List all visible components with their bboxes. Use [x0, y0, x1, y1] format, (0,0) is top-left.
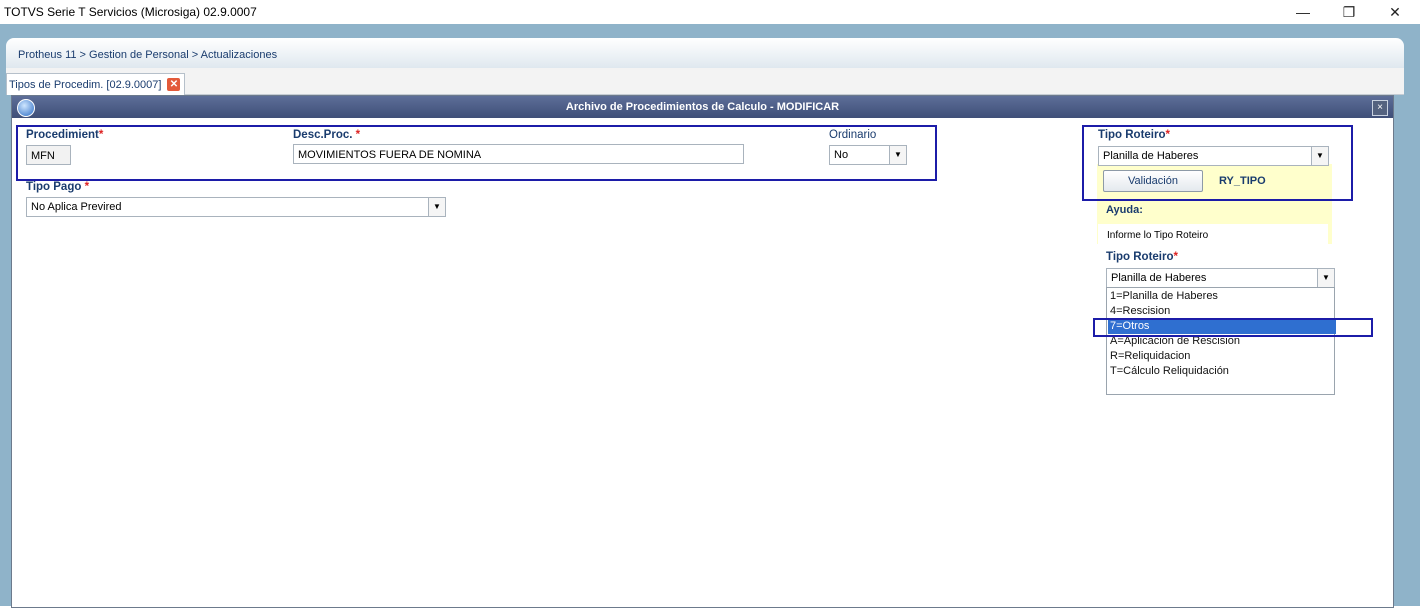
tipo-roteiro-select[interactable]: Planilla de Haberes ▼ [1098, 146, 1329, 166]
minimize-button[interactable]: — [1288, 2, 1318, 22]
tipo-pago-value: No Aplica Previred [31, 201, 122, 213]
dropdown-option[interactable]: T=Cálculo Reliquidación [1110, 364, 1229, 379]
dropdown-option[interactable]: R=Reliquidacion [1110, 349, 1190, 364]
tab-close-icon[interactable]: ✕ [167, 78, 181, 91]
breadcrumb-bar: Protheus 11 > Gestion de Personal > Actu… [6, 38, 1404, 68]
ordinario-select[interactable]: No ▼ [829, 145, 907, 165]
desc-proc-field[interactable]: MOVIMIENTOS FUERA DE NOMINA [293, 144, 744, 164]
chevron-down-icon[interactable]: ▼ [428, 198, 445, 216]
desc-proc-label: Desc.Proc. * [293, 129, 361, 141]
tipo-roteiro-value: Planilla de Haberes [1103, 150, 1199, 162]
tab-strip [6, 68, 1404, 95]
window-title: TOTVS Serie T Servicios (Microsiga) 02.9… [4, 5, 257, 19]
window-titlebar: TOTVS Serie T Servicios (Microsiga) 02.9… [0, 0, 1420, 24]
tipo-roteiro-dropdown-value: Planilla de Haberes [1111, 272, 1207, 284]
ordinario-value: No [834, 149, 849, 161]
dropdown-option[interactable]: 4=Rescision [1110, 304, 1170, 319]
help-text-box: Informe lo Tipo Roteiro [1098, 224, 1328, 244]
dialog-close-button[interactable]: × [1372, 100, 1388, 116]
tab-tipos-de-procedim[interactable]: Tipos de Procedim. [02.9.0007] ✕ [6, 73, 186, 95]
tipo-pago-label: Tipo Pago * [26, 181, 90, 193]
highlight-box-selected-option [1093, 318, 1373, 337]
chevron-down-icon[interactable]: ▼ [1317, 269, 1334, 287]
dropdown-list: 1=Planilla de Haberes 4=Rescision 7=Otro… [1106, 287, 1336, 395]
validation-button[interactable]: Validación [1103, 170, 1203, 192]
help-text: Informe lo Tipo Roteiro [1107, 230, 1209, 241]
tipo-pago-select[interactable]: No Aplica Previred ▼ [26, 197, 446, 217]
window-close-button[interactable]: ✕ [1380, 2, 1410, 22]
dialog-title: Archivo de Procedimientos de Calculo - M… [565, 101, 840, 113]
restore-button[interactable]: ❐ [1334, 2, 1364, 22]
tipo-roteiro-dropdown-label: Tipo Roteiro* [1106, 251, 1178, 263]
tipo-roteiro-dropdown-select[interactable]: Planilla de Haberes ▼ [1106, 268, 1335, 288]
field-id-label: RY_TIPO [1219, 175, 1266, 187]
procedimiento-label: Procedimient* [26, 129, 104, 141]
tipo-roteiro-label: Tipo Roteiro* [1098, 129, 1170, 141]
dropdown-option[interactable]: 1=Planilla de Haberes [1110, 289, 1218, 304]
breadcrumb[interactable]: Protheus 11 > Gestion de Personal > Actu… [18, 49, 277, 61]
help-title: Ayuda: [1106, 204, 1143, 216]
dialog-header: Archivo de Procedimientos de Calculo - M… [12, 96, 1393, 118]
chevron-down-icon[interactable]: ▼ [889, 146, 906, 164]
procedimiento-field[interactable]: MFN [26, 145, 71, 165]
tab-label: Tipos de Procedim. [02.9.0007] [9, 78, 162, 91]
chevron-down-icon[interactable]: ▼ [1311, 147, 1328, 165]
dialog-window: Archivo de Procedimientos de Calculo - M… [11, 95, 1394, 608]
ordinario-label: Ordinario [829, 129, 877, 141]
